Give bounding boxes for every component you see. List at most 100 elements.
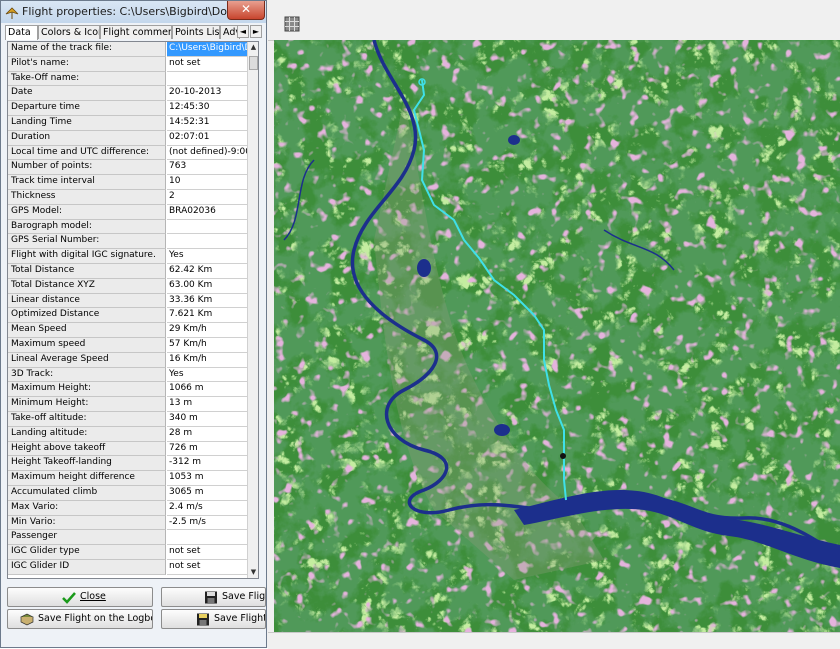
table-row[interactable]: Landing altitude: 28 m xyxy=(8,426,258,442)
table-row[interactable]: Number of points: 763 xyxy=(8,160,258,176)
save-flight-as-button[interactable]: Save Flight as xyxy=(161,609,266,629)
save-logbook-button[interactable]: Save Flight on the Logbook xyxy=(7,609,153,629)
table-row[interactable]: Mean Speed 29 Km/h xyxy=(8,323,258,338)
dialog-titlebar[interactable]: Flight properties: C:\Users\Bigbird\Docu… xyxy=(1,1,266,23)
property-value[interactable]: (not defined)-9:00:00 xyxy=(167,145,247,161)
table-row[interactable]: Maximum Height: 1066 m xyxy=(8,382,258,398)
table-row[interactable]: Height Takeoff-landing -312 m xyxy=(8,456,258,472)
property-value[interactable]: BRA02036 xyxy=(167,204,247,220)
tab-data[interactable]: Data xyxy=(5,25,38,40)
property-value[interactable]: -2.5 m/s xyxy=(167,515,247,531)
property-value[interactable] xyxy=(167,530,247,546)
close-button-label: Close xyxy=(80,591,106,602)
table-row[interactable]: Total Distance 62.42 Km xyxy=(8,264,258,279)
satellite-map[interactable] xyxy=(274,40,840,632)
property-value[interactable]: 63.00 Km xyxy=(167,278,247,294)
table-row[interactable]: Maximum height difference 1053 m xyxy=(8,471,258,486)
table-row[interactable]: Date 20-10-2013 xyxy=(8,86,258,102)
property-value[interactable]: 7.621 Km xyxy=(167,308,247,324)
property-value[interactable]: 10 xyxy=(167,175,247,190)
property-label: Maximum speed xyxy=(8,338,166,353)
property-value[interactable]: 20-10-2013 xyxy=(167,86,247,102)
table-row[interactable]: Duration 02:07:01 xyxy=(8,130,258,146)
table-row[interactable]: Name of the track file: C:\Users\Bigbird\… xyxy=(8,42,258,57)
property-value[interactable]: 1066 m xyxy=(167,382,247,398)
property-value[interactable]: C:\Users\Bigbird\Do xyxy=(167,42,247,57)
property-label: Linear distance xyxy=(8,293,166,309)
property-value[interactable] xyxy=(167,71,247,87)
table-row[interactable]: Maximum speed 57 Km/h xyxy=(8,338,258,353)
table-row[interactable]: Linear distance 33.36 Km xyxy=(8,293,258,309)
property-label: Landing altitude: xyxy=(8,426,166,442)
table-row[interactable]: Landing Time 14:52:31 xyxy=(8,116,258,131)
property-value[interactable]: 726 m xyxy=(167,441,247,457)
property-value[interactable]: 33.36 Km xyxy=(167,293,247,309)
save-flight-as-button-label: Save Flight as xyxy=(214,613,266,624)
table-row[interactable]: Local time and UTC difference: (not defin… xyxy=(8,145,258,161)
table-row[interactable]: IGC Glider type not set xyxy=(8,545,258,560)
table-row[interactable]: Max Vario: 2.4 m/s xyxy=(8,500,258,516)
property-value[interactable]: 16 Km/h xyxy=(167,352,247,368)
table-row[interactable]: Take-off altitude: 340 m xyxy=(8,412,258,427)
grid-scrollbar[interactable]: ▲ ▼ xyxy=(247,42,258,578)
table-row[interactable]: GPS Model: BRA02036 xyxy=(8,204,258,220)
table-row[interactable]: Take-Off name: xyxy=(8,71,258,87)
property-value[interactable]: 28 m xyxy=(167,426,247,442)
property-value[interactable]: 13 m xyxy=(167,397,247,412)
properties-grid: Name of the track file: C:\Users\Bigbird\… xyxy=(7,41,259,579)
scroll-up-icon[interactable]: ▲ xyxy=(248,42,258,53)
property-value[interactable]: 340 m xyxy=(167,412,247,427)
table-row[interactable]: Optimized Distance 7.621 Km xyxy=(8,308,258,324)
lake xyxy=(417,259,431,277)
close-window-button[interactable]: ✕ xyxy=(227,1,265,20)
property-value[interactable]: 2.4 m/s xyxy=(167,500,247,516)
table-row[interactable]: Passenger xyxy=(8,530,258,546)
property-label: Total Distance XYZ xyxy=(8,278,166,294)
property-value[interactable]: 57 Km/h xyxy=(167,338,247,353)
property-value[interactable]: not set xyxy=(167,560,247,575)
property-value[interactable]: not set xyxy=(167,545,247,560)
table-row[interactable]: Lineal Average Speed 16 Km/h xyxy=(8,352,258,368)
tab-strip: Data Colors & Icons Flight comments: Poi… xyxy=(5,25,263,40)
property-value[interactable]: 2 xyxy=(167,190,247,205)
scroll-down-icon[interactable]: ▼ xyxy=(248,567,258,578)
close-button[interactable]: Close xyxy=(7,587,153,607)
property-label: Optimized Distance xyxy=(8,308,166,324)
tab-flight-comments[interactable]: Flight comments: xyxy=(100,25,172,39)
property-value[interactable]: -312 m xyxy=(167,456,247,472)
table-row[interactable]: Departure time 12:45:30 xyxy=(8,101,258,116)
table-row[interactable]: Accumulated climb 3065 m xyxy=(8,486,258,501)
table-row[interactable]: Min Vario: -2.5 m/s xyxy=(8,515,258,531)
tab-scroll-right-icon[interactable]: ► xyxy=(250,25,262,38)
property-value[interactable]: Yes xyxy=(167,367,247,383)
table-row[interactable]: Thickness 2 xyxy=(8,190,258,205)
property-value[interactable]: 02:07:01 xyxy=(167,130,247,146)
scroll-thumb[interactable] xyxy=(249,56,258,70)
property-value[interactable]: 14:52:31 xyxy=(167,116,247,131)
property-value[interactable]: 1053 m xyxy=(167,471,247,486)
tab-scroll-left-icon[interactable]: ◄ xyxy=(237,25,249,38)
property-value[interactable]: 12:45:30 xyxy=(167,101,247,116)
tab-colors-icons[interactable]: Colors & Icons xyxy=(38,25,100,39)
save-flight-button[interactable]: Save Flight xyxy=(161,587,266,607)
property-value[interactable]: 29 Km/h xyxy=(167,323,247,338)
property-value[interactable] xyxy=(167,234,247,250)
property-value[interactable]: 3065 m xyxy=(167,486,247,501)
table-row[interactable]: GPS Serial Number: xyxy=(8,234,258,250)
table-row[interactable]: Total Distance XYZ 63.00 Km xyxy=(8,278,258,294)
table-row[interactable]: Flight with digital IGC signature. Yes xyxy=(8,249,258,264)
table-row[interactable]: Track time interval 10 xyxy=(8,175,258,190)
table-row[interactable]: 3D Track: Yes xyxy=(8,367,258,383)
property-value[interactable] xyxy=(167,219,247,235)
property-value[interactable]: not set xyxy=(167,56,247,72)
table-row[interactable]: Pilot's name: not set xyxy=(8,56,258,72)
tab-points-list[interactable]: Points List xyxy=(172,25,220,39)
property-value[interactable]: Yes xyxy=(167,249,247,264)
table-row[interactable]: Barograph model: xyxy=(8,219,258,235)
table-row[interactable]: IGC Glider ID not set xyxy=(8,560,258,575)
table-row[interactable]: Minimum Height: 13 m xyxy=(8,397,258,412)
table-row[interactable]: Height above takeoff 726 m xyxy=(8,441,258,457)
property-value[interactable]: 62.42 Km xyxy=(167,264,247,279)
property-value[interactable]: 763 xyxy=(167,160,247,176)
grid-icon[interactable] xyxy=(284,16,300,32)
